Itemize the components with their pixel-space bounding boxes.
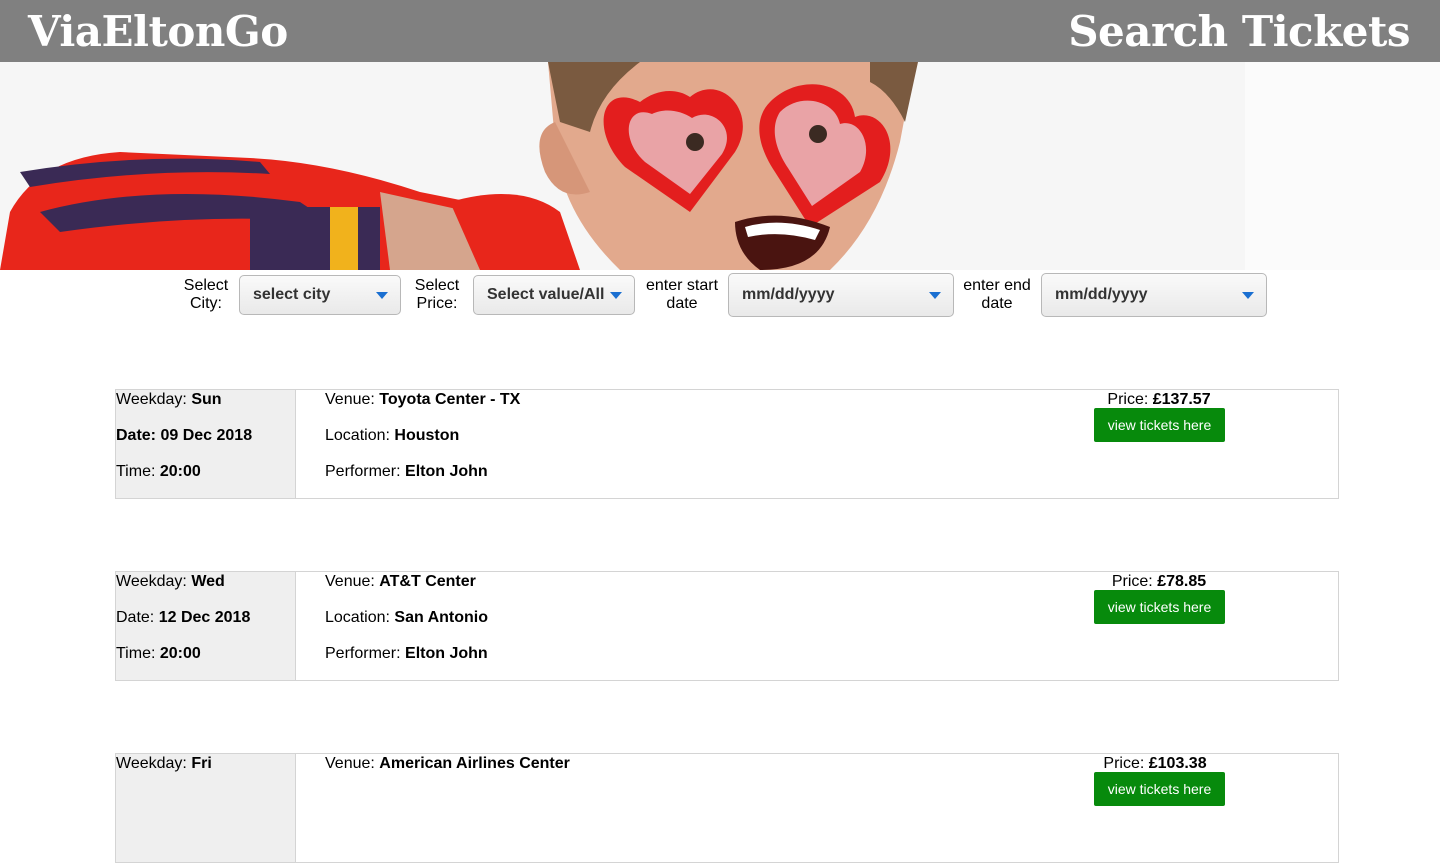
location-line: Location: San Antonio — [325, 609, 489, 626]
start-date-input[interactable]: mm/dd/yyyy — [728, 273, 954, 317]
price-value: £137.57 — [1152, 391, 1211, 408]
weekday-value: Wed — [191, 573, 225, 590]
end-date-input[interactable]: mm/dd/yyyy — [1041, 273, 1267, 317]
price-value: £78.85 — [1157, 573, 1207, 590]
time-line: Time: 20:00 — [116, 463, 201, 480]
venue-value: American Airlines Center — [379, 755, 570, 772]
start-date-label: enter start date — [637, 277, 727, 313]
event-date-panel: Weekday: Fri — [116, 754, 296, 862]
end-label-line2: date — [981, 295, 1013, 312]
brand-logo[interactable]: ViaEltonGo — [28, 6, 288, 58]
chevron-down-icon — [1242, 292, 1254, 299]
start-label-line2: date — [666, 295, 698, 312]
time-value: 20:00 — [159, 645, 201, 662]
end-label-line1: enter end — [963, 277, 1031, 294]
filter-bar: Select City: select city Select Price: S… — [0, 273, 1440, 319]
event-date-panel: Weekday: Sun Date: 09 Dec 2018 Time: 20:… — [116, 390, 296, 498]
weekday-value: Sun — [191, 391, 222, 408]
page-title[interactable]: Search Tickets — [1068, 6, 1410, 58]
date-line: Date: 09 Dec 2018 — [116, 427, 253, 444]
event-card: Weekday: Wed Date: 12 Dec 2018 Time: 20:… — [115, 571, 1339, 681]
price-label-line2: Price: — [416, 295, 458, 312]
time-value: 20:00 — [159, 463, 201, 480]
event-card: Weekday: Fri Venue: American Airlines Ce… — [115, 753, 1339, 863]
venue-value: Toyota Center - TX — [379, 391, 521, 408]
venue-line: Venue: AT&T Center — [325, 573, 476, 590]
date-line: Date: 12 Dec 2018 — [116, 609, 251, 626]
performer-line: Performer: Elton John — [325, 463, 488, 480]
event-date-panel: Weekday: Wed Date: 12 Dec 2018 Time: 20:… — [116, 572, 296, 680]
performer-value: Elton John — [405, 463, 488, 480]
end-date-value: mm/dd/yyyy — [1055, 286, 1148, 303]
price-select-value: Select value/All — [487, 286, 605, 303]
city-label-line2: City: — [190, 295, 222, 312]
price-line: Price: £103.38 — [1103, 755, 1207, 772]
view-tickets-button[interactable]: view tickets here — [1094, 590, 1225, 624]
city-filter-label: Select City: — [172, 277, 240, 313]
weekday-line: Weekday: Wed — [116, 573, 225, 590]
price-select[interactable]: Select value/All — [473, 275, 635, 315]
top-bar: ViaEltonGo Search Tickets — [0, 0, 1440, 62]
start-label-line1: enter start — [645, 277, 719, 294]
weekday-value: Fri — [191, 755, 212, 772]
weekday-line: Weekday: Fri — [116, 755, 212, 772]
event-card: Weekday: Sun Date: 09 Dec 2018 Time: 20:… — [115, 389, 1339, 499]
performer-value: Elton John — [405, 645, 488, 662]
price-filter-label: Select Price: — [404, 277, 470, 313]
start-date-value: mm/dd/yyyy — [742, 286, 835, 303]
chevron-down-icon — [929, 292, 941, 299]
time-line: Time: 20:00 — [116, 645, 201, 662]
chevron-down-icon — [610, 292, 622, 299]
view-tickets-button[interactable]: view tickets here — [1094, 408, 1225, 442]
end-date-label: enter end date — [955, 277, 1039, 313]
price-value: £103.38 — [1148, 755, 1207, 772]
chevron-down-icon — [376, 292, 388, 299]
performer-line: Performer: Elton John — [325, 645, 488, 662]
price-line: Price: £137.57 — [1107, 391, 1211, 408]
price-label-line1: Select — [414, 277, 460, 294]
location-value: Houston — [394, 427, 460, 444]
venue-line: Venue: Toyota Center - TX — [325, 391, 521, 408]
location-line: Location: Houston — [325, 427, 460, 444]
hero-banner-image — [0, 62, 1440, 270]
date-value: 09 Dec 2018 — [160, 427, 253, 444]
venue-line: Venue: American Airlines Center — [325, 755, 570, 772]
venue-value: AT&T Center — [379, 573, 476, 590]
weekday-line: Weekday: Sun — [116, 391, 222, 408]
location-value: San Antonio — [394, 609, 489, 626]
view-tickets-button[interactable]: view tickets here — [1094, 772, 1225, 806]
date-value: 12 Dec 2018 — [158, 609, 251, 626]
city-select-value: select city — [253, 286, 331, 303]
city-select[interactable]: select city — [239, 275, 401, 315]
city-label-line1: Select — [183, 277, 229, 294]
price-line: Price: £78.85 — [1111, 573, 1207, 590]
